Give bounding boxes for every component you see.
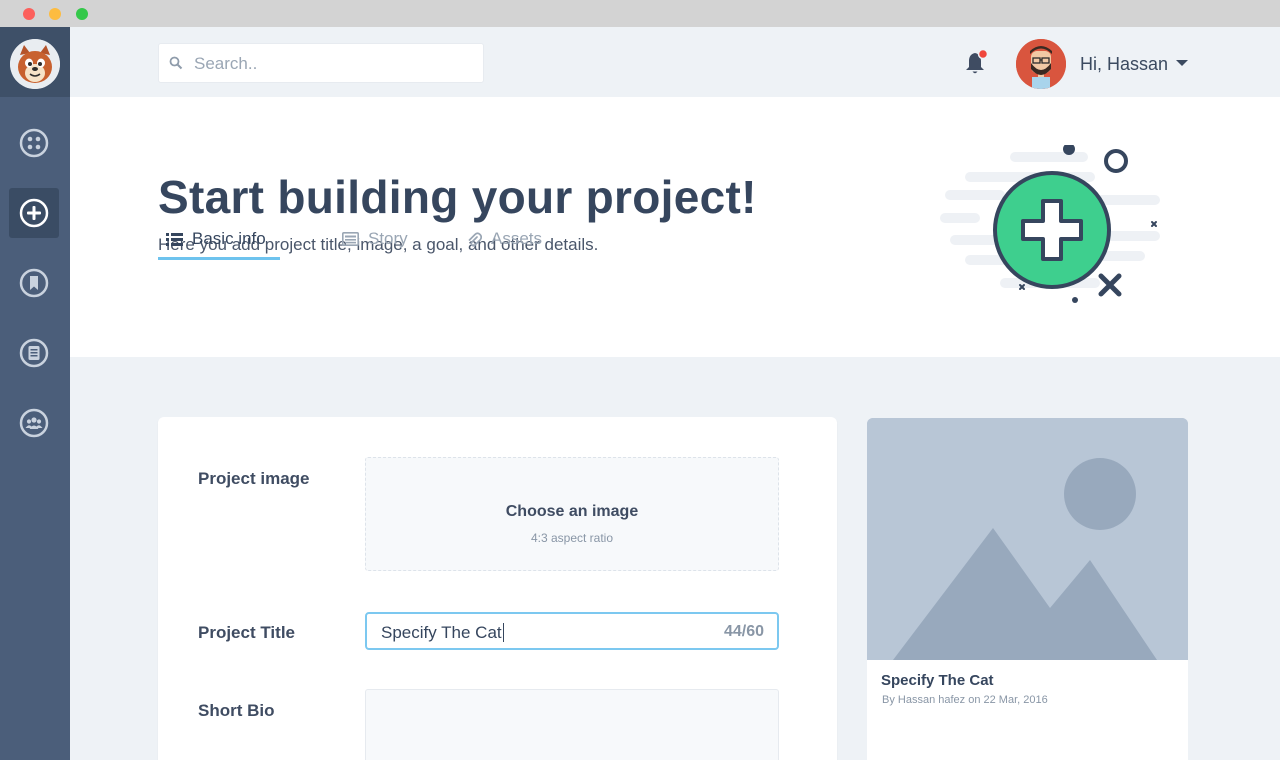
user-avatar[interactable]	[1016, 39, 1066, 89]
grid-circle-icon	[19, 128, 49, 158]
short-bio-textarea[interactable]	[365, 689, 779, 760]
squirrel-logo[interactable]	[10, 39, 60, 89]
maximize-window-button[interactable]	[76, 8, 88, 20]
search-icon	[169, 56, 183, 70]
document-circle-icon	[19, 338, 49, 368]
plus-circle-icon	[19, 198, 49, 228]
sidebar	[0, 27, 70, 760]
list-icon	[166, 233, 183, 246]
image-placeholder-icon	[867, 418, 1188, 660]
project-title-value: Specify The Cat	[381, 623, 502, 642]
project-title-label: Project Title	[198, 623, 295, 642]
app-window: Hi, Hassan Start building your project! …	[0, 0, 1280, 760]
newspaper-icon	[342, 232, 359, 246]
sidebar-item-community[interactable]	[9, 398, 59, 448]
tab-assets[interactable]: Assets	[468, 229, 542, 260]
image-placeholder	[867, 418, 1188, 660]
choose-image-text: Choose an image	[505, 503, 639, 520]
text-cursor	[503, 623, 504, 642]
users-circle-icon	[19, 408, 49, 438]
top-bar: Hi, Hassan	[70, 27, 1280, 97]
tab-label: Basic info	[192, 229, 266, 248]
tab-basic-info[interactable]: Basic info	[158, 229, 280, 260]
chevron-down-icon[interactable]	[1176, 60, 1188, 66]
tab-label: Story	[368, 229, 408, 248]
project-title-input[interactable]: Specify The Cat 44/60	[365, 612, 779, 650]
character-counter: 44/60	[723, 623, 764, 640]
preview-meta: By Hassan hafez on 22 Mar, 2016	[882, 694, 1048, 706]
project-form-card: Project image Choose an image 4:3 aspect…	[158, 417, 837, 760]
add-project-illustration	[940, 145, 1160, 303]
bell-icon	[966, 48, 989, 74]
aspect-ratio-hint: 4:3 aspect ratio	[530, 531, 614, 545]
image-dropzone[interactable]: Choose an image 4:3 aspect ratio	[365, 457, 779, 571]
user-greeting[interactable]: Hi, Hassan	[1080, 54, 1168, 75]
minimize-window-button[interactable]	[49, 8, 61, 20]
bookmark-circle-icon	[19, 268, 49, 298]
tab-label: Assets	[491, 229, 543, 248]
hero-section: Start building your project! Here you ad…	[70, 97, 1280, 357]
close-window-button[interactable]	[23, 8, 35, 20]
project-image-label: Project image	[198, 469, 310, 488]
notifications-button[interactable]	[964, 48, 990, 82]
search-box[interactable]	[158, 43, 484, 83]
project-preview-card: Specify The Cat By Hassan hafez on 22 Ma…	[867, 418, 1188, 760]
sidebar-item-documents[interactable]	[9, 328, 59, 378]
sidebar-item-create-project[interactable]	[9, 188, 59, 238]
page-title: Start building your project!	[158, 171, 757, 223]
preview-title: Specify The Cat	[881, 672, 994, 689]
paperclip-icon	[468, 232, 482, 247]
search-input[interactable]	[194, 52, 474, 76]
notification-badge	[977, 48, 989, 60]
sidebar-item-bookmarks[interactable]	[9, 258, 59, 308]
tab-story[interactable]: Story	[342, 229, 408, 260]
title-bar	[0, 0, 1280, 27]
sidebar-item-dashboard[interactable]	[9, 118, 59, 168]
logo-container	[0, 27, 70, 97]
short-bio-label: Short Bio	[198, 701, 275, 720]
